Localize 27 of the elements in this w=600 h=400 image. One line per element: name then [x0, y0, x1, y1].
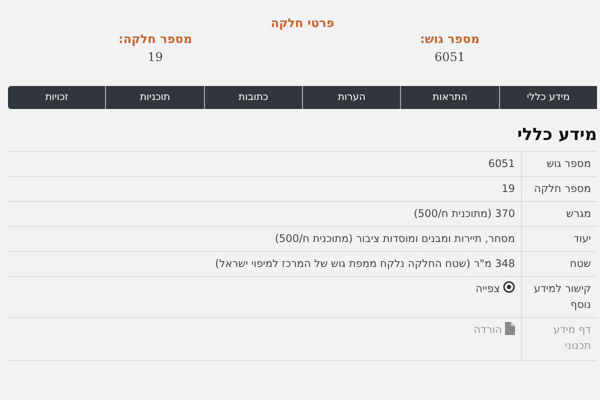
row-value: מסחר, תיירות ומבנים ומוסדות ציבור (מתוכנית ח/500)	[274, 232, 515, 247]
section-heading: מידע כללי	[516, 125, 597, 145]
row-label: דף מידע תכנוני	[553, 324, 591, 352]
row-label: מגרש	[566, 208, 591, 220]
row-value: 6051	[488, 157, 515, 172]
row-label: קישור למידע נוסף	[534, 283, 591, 311]
row-label: מספר גוש	[546, 158, 591, 170]
view-link[interactable]: צפייה	[476, 281, 500, 297]
row-label: יעוד	[573, 233, 591, 245]
row-value: 370 (מתוכנית ח/500)	[414, 207, 515, 222]
field-label: מספר גוש:	[420, 32, 480, 46]
field-value: 6051	[434, 50, 466, 64]
tab[interactable]: זכויות	[8, 86, 106, 109]
file-icon	[505, 322, 515, 335]
tab[interactable]: מידע כללי	[498, 86, 597, 109]
section-title: פרטי חלקה	[270, 16, 334, 30]
radio-icon	[503, 281, 515, 293]
row-label: מספר חלקה	[534, 183, 591, 195]
tab[interactable]: כתובות	[204, 86, 302, 109]
tab[interactable]: תוכניות	[105, 86, 204, 109]
row-value: 19	[502, 182, 515, 197]
row-label: שטח	[570, 258, 591, 270]
tab[interactable]: הערות	[302, 86, 400, 109]
row-value: 348 מ"ר (שטח החלקה נלקח ממפת גוש של המרכז למיפוי ישראל)	[215, 257, 515, 272]
field-label: מספר חלקה:	[118, 32, 192, 46]
field-value: 19	[148, 50, 163, 64]
tab[interactable]: התראות	[400, 86, 499, 109]
